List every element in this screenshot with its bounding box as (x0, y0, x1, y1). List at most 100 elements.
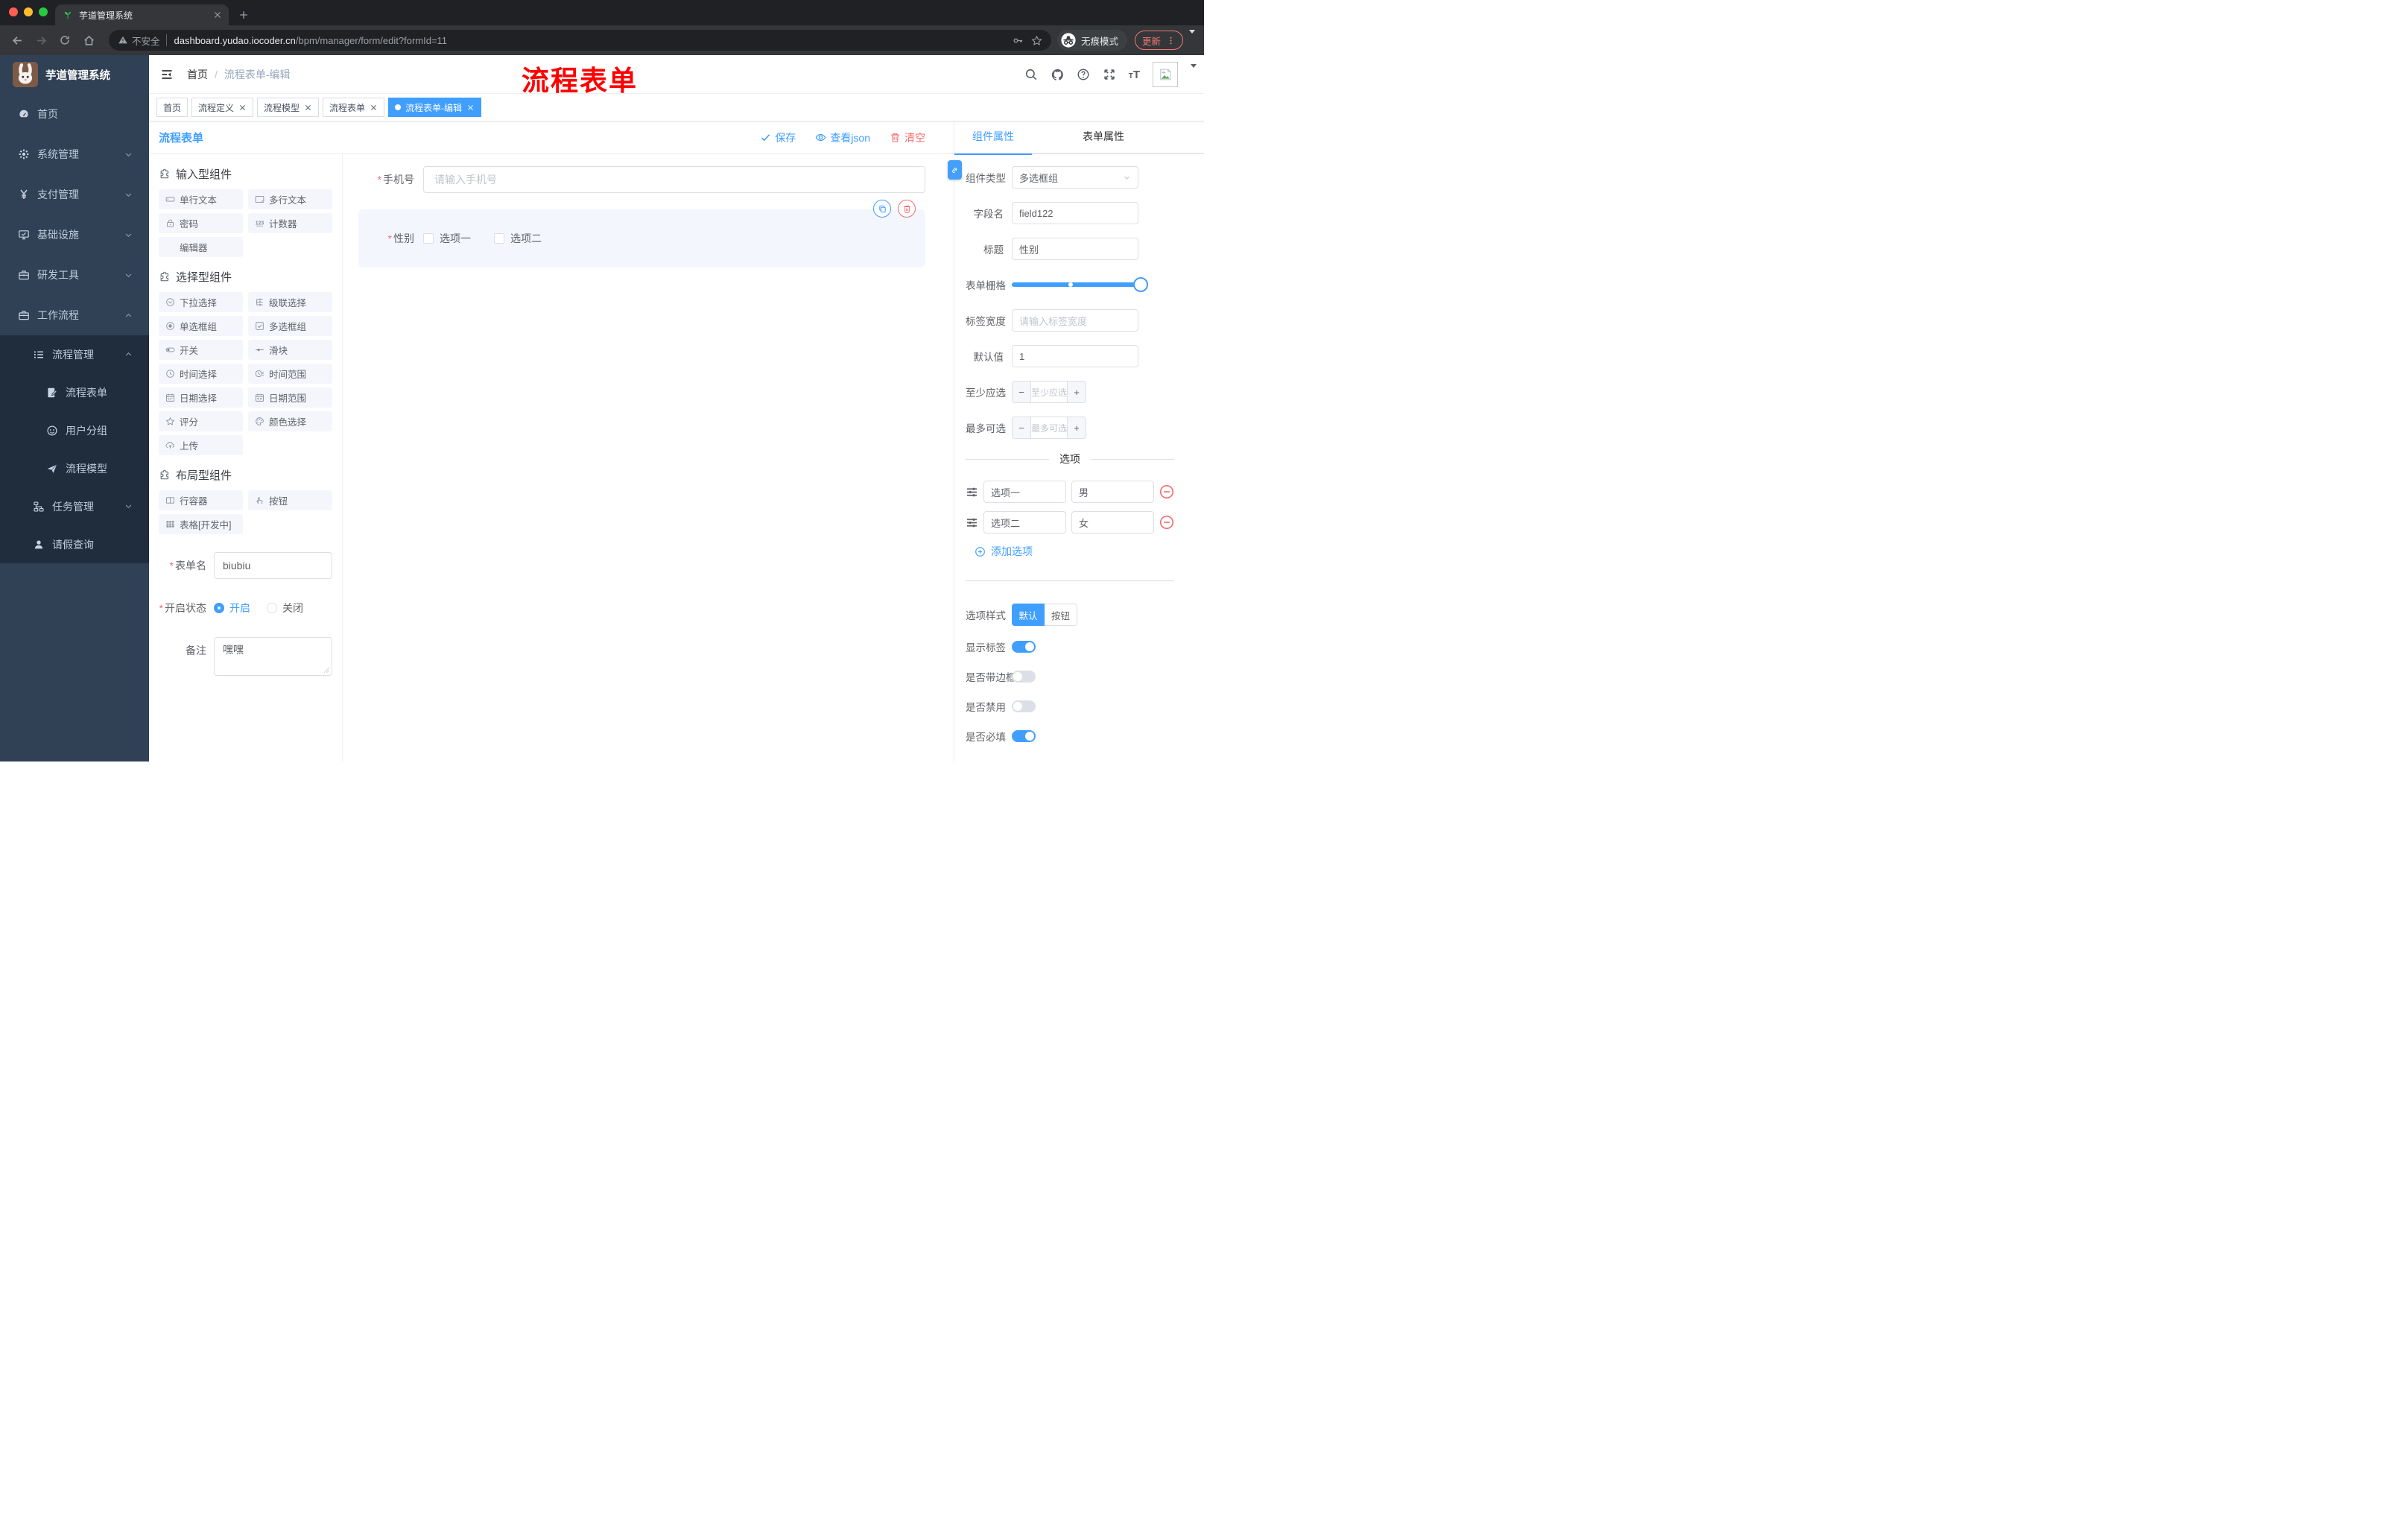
chrome-caret-icon[interactable] (1189, 30, 1197, 47)
field-name-input[interactable]: field122 (1012, 202, 1138, 224)
min-select-input[interactable]: 至少应选 (1031, 381, 1067, 402)
reload-icon[interactable] (55, 31, 75, 50)
sidebar-item-流程表单[interactable]: 流程表单 (0, 373, 149, 411)
max-select-input[interactable]: 最多可选 (1031, 417, 1067, 438)
add-option-button[interactable]: 添加选项 (975, 544, 1174, 559)
component-时间范围[interactable]: 时间范围 (248, 364, 332, 384)
key-icon[interactable] (1013, 35, 1024, 46)
close-icon[interactable] (238, 104, 247, 112)
radio-open[interactable]: 开启 (214, 601, 250, 615)
collapse-sidebar-icon[interactable] (160, 69, 174, 80)
canvas-field-gender-selected[interactable]: * 性别 选项一 选项二 (358, 200, 925, 267)
sidebar-logo[interactable]: 芋道管理系统 (0, 55, 149, 94)
github-icon[interactable] (1051, 68, 1064, 81)
checkbox-box[interactable] (423, 233, 434, 244)
checkbox-box[interactable] (494, 233, 504, 244)
update-label[interactable]: 更新 (1142, 34, 1161, 48)
canvas-field-phone[interactable]: * 手机号 请输入手机号 (352, 166, 925, 193)
sidebar-item-系统管理[interactable]: 系统管理 (0, 134, 149, 174)
option-label-input[interactable]: 选项一 (983, 481, 1066, 503)
link-handle[interactable] (948, 160, 962, 180)
close-window-button[interactable] (9, 7, 18, 16)
option-label-input[interactable]: 选项二 (983, 511, 1066, 533)
sidebar-item-工作流程[interactable]: 工作流程 (0, 295, 149, 335)
close-icon[interactable] (370, 104, 378, 112)
sidebar-item-任务管理[interactable]: 任务管理 (0, 487, 149, 525)
checkbox-选项二[interactable]: 选项二 (494, 231, 542, 246)
avatar-caret-icon[interactable] (1191, 64, 1197, 81)
component-上传[interactable]: 上传 (159, 435, 243, 455)
查看json-button[interactable]: 查看json (815, 130, 870, 145)
tag-首页[interactable]: 首页 (156, 98, 188, 117)
help-icon[interactable] (1077, 68, 1090, 81)
new-tab-button[interactable] (235, 6, 253, 24)
minus-button[interactable]: − (1013, 381, 1031, 402)
radio-closed[interactable]: 关闭 (267, 601, 303, 615)
drag-option-icon[interactable] (966, 516, 978, 529)
component-type-select[interactable]: 多选框组 (1012, 166, 1138, 189)
close-tab-icon[interactable] (212, 10, 223, 20)
grid-slider[interactable] (1012, 273, 1148, 296)
component-表格[开发中][interactable]: 表格[开发中] (159, 514, 243, 534)
component-密码[interactable]: 密码 (159, 213, 243, 233)
component-按钮[interactable]: 按钮 (248, 490, 332, 510)
component-多选框组[interactable]: 多选框组 (248, 316, 332, 336)
title-input[interactable]: 性别 (1012, 238, 1138, 260)
security-warning-icon[interactable] (118, 35, 128, 45)
delete-component-button[interactable] (898, 200, 916, 218)
tag-流程模型[interactable]: 流程模型 (257, 98, 320, 117)
checkbox-选项一[interactable]: 选项一 (423, 231, 471, 246)
sidebar-item-请假查询[interactable]: 请假查询 (0, 525, 149, 563)
sidebar-item-支付管理[interactable]: 支付管理 (0, 174, 149, 215)
drag-option-icon[interactable] (966, 486, 978, 498)
component-单选框组[interactable]: 单选框组 (159, 316, 243, 336)
tag-流程表单[interactable]: 流程表单 (323, 98, 385, 117)
toggle-是否禁用[interactable] (1012, 700, 1036, 712)
close-icon[interactable] (466, 104, 475, 112)
component-开关[interactable]: 开关 (159, 340, 243, 360)
component-行容器[interactable]: 行容器 (159, 490, 243, 510)
plus-button[interactable]: + (1067, 417, 1086, 438)
component-级联选择[interactable]: 级联选择 (248, 292, 332, 312)
component-滑块[interactable]: 滑块 (248, 340, 332, 360)
fullscreen-icon[interactable] (1103, 68, 1116, 81)
toggle-显示标签[interactable] (1012, 641, 1036, 653)
tag-流程表单-编辑[interactable]: 流程表单-编辑 (388, 98, 482, 117)
component-多行文本[interactable]: 多行文本 (248, 189, 332, 209)
security-label[interactable]: 不安全 (132, 34, 160, 48)
component-评分[interactable]: 评分 (159, 411, 243, 431)
more-menu-dots-icon[interactable] (1166, 36, 1176, 45)
toggle-是否带边框[interactable] (1012, 671, 1036, 683)
bookmark-star-icon[interactable] (1031, 35, 1042, 46)
option-value-input[interactable]: 女 (1071, 511, 1154, 533)
component-时间选择[interactable]: 时间选择 (159, 364, 243, 384)
保存-button[interactable]: 保存 (760, 130, 796, 145)
tab-form-props[interactable]: 表单属性 (1065, 121, 1142, 153)
component-下拉选择[interactable]: 下拉选择 (159, 292, 243, 312)
sidebar-item-用户分组[interactable]: 用户分组 (0, 411, 149, 449)
component-颜色选择[interactable]: 颜色选择 (248, 411, 332, 431)
breadcrumb-home[interactable]: 首页 (187, 67, 208, 82)
form-remark-textarea[interactable]: 嘿嘿 (214, 637, 332, 676)
tag-流程定义[interactable]: 流程定义 (191, 98, 254, 117)
resize-grip-icon[interactable] (323, 667, 330, 674)
style-default-button[interactable]: 默认 (1012, 604, 1045, 626)
sidebar-item-首页[interactable]: 首页 (0, 94, 149, 134)
form-canvas[interactable]: * 手机号 请输入手机号 * 性别 选项一 选项二 (343, 154, 954, 762)
tab-component-props[interactable]: 组件属性 (954, 121, 1032, 155)
component-日期范围[interactable]: 日期范围 (248, 387, 332, 408)
phone-input[interactable]: 请输入手机号 (423, 166, 925, 193)
plus-button[interactable]: + (1067, 381, 1086, 402)
close-icon[interactable] (304, 104, 312, 112)
minus-button[interactable]: − (1013, 417, 1031, 438)
back-icon[interactable] (7, 31, 27, 50)
component-单行文本[interactable]: 单行文本 (159, 189, 243, 209)
slider-handle[interactable] (1133, 277, 1148, 292)
update-button[interactable]: 更新 (1134, 31, 1183, 50)
avatar[interactable] (1153, 62, 1178, 87)
sidebar-item-流程模型[interactable]: 流程模型 (0, 449, 149, 487)
copy-component-button[interactable] (873, 200, 891, 218)
option-value-input[interactable]: 男 (1071, 481, 1154, 503)
清空-button[interactable]: 清空 (890, 130, 925, 145)
minimize-window-button[interactable] (24, 7, 33, 16)
